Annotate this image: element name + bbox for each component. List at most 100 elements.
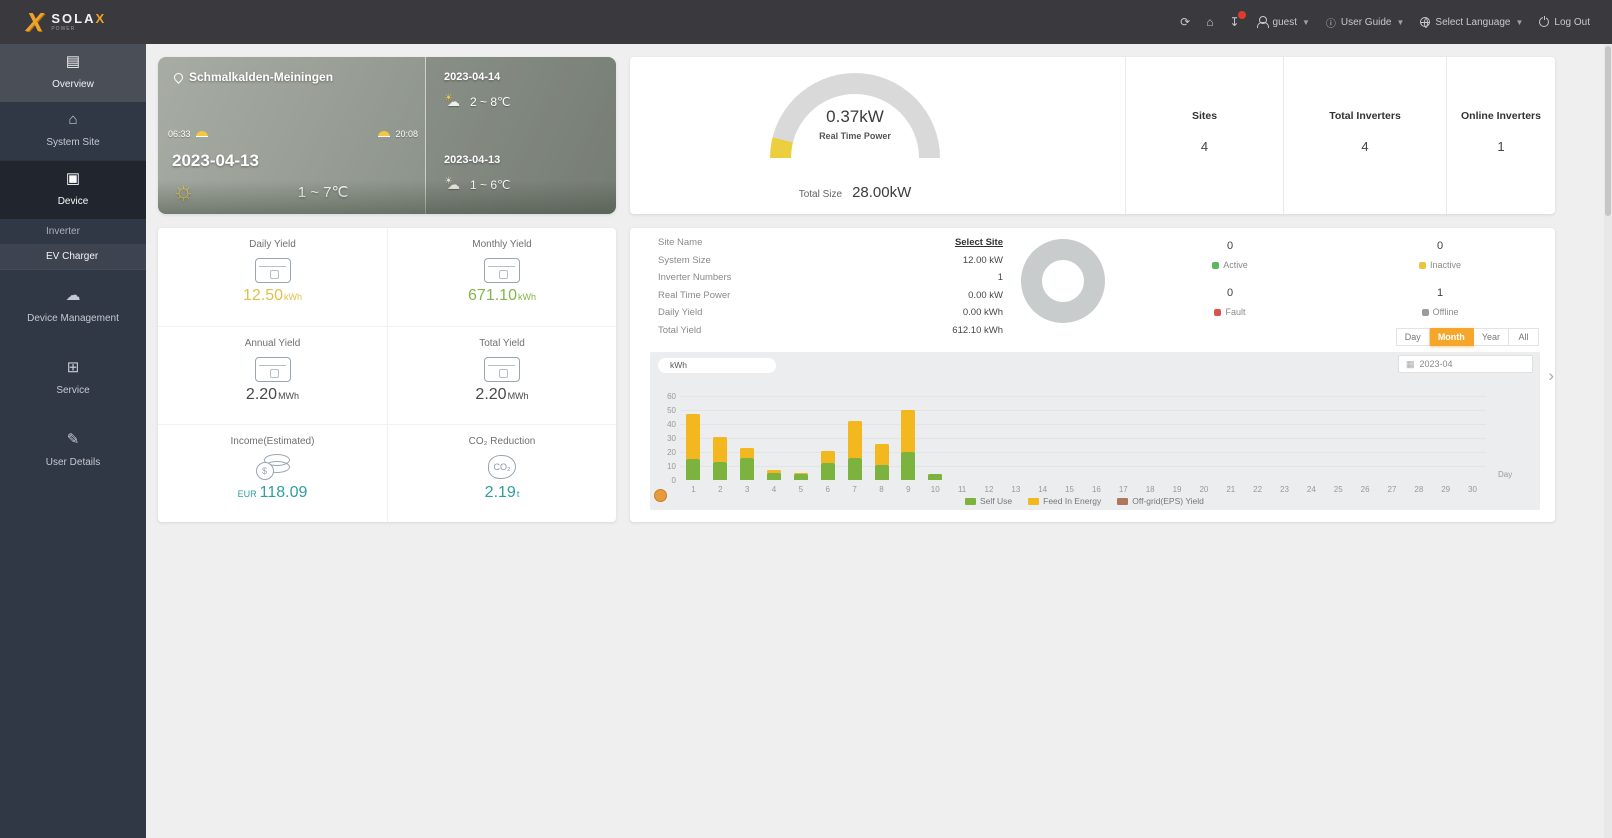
- tab-day[interactable]: Day: [1395, 328, 1430, 346]
- x-axis-tick: 14: [1038, 485, 1048, 494]
- x-axis-tick: 18: [1145, 485, 1155, 494]
- sidebar-item-device[interactable]: ▣ Device: [0, 160, 146, 219]
- next-site-chevron[interactable]: ›: [1548, 366, 1554, 386]
- logout-button[interactable]: Log Out: [1539, 15, 1590, 28]
- x-axis-tick: 23: [1280, 485, 1289, 494]
- bar-self-use: [740, 457, 755, 480]
- stat-value: 4: [1200, 139, 1209, 154]
- power-icon: [1539, 15, 1550, 27]
- brand-x-icon: X: [26, 6, 44, 37]
- brand-logo[interactable]: X SOLAX POWER: [26, 7, 106, 38]
- forecast-temp: 2 ~ 8℃: [470, 95, 511, 109]
- coins-icon: $: [158, 451, 387, 483]
- site-info-row: System Size 12.00 kW: [658, 255, 1003, 272]
- x-axis-tick: 8: [879, 485, 884, 494]
- brand-name: SOLAX: [51, 11, 107, 26]
- home-icon[interactable]: ⌂: [1206, 15, 1213, 29]
- x-axis-tick: 5: [798, 485, 804, 494]
- user-details-icon: ✎: [66, 431, 80, 448]
- yield-value: EUR 118.09: [237, 484, 308, 501]
- x-axis-tick: 27: [1387, 485, 1397, 494]
- weather-sun-icon: ☼: [172, 177, 195, 205]
- tab-all[interactable]: All: [1509, 328, 1539, 346]
- legend-self-use[interactable]: Self Use: [965, 496, 1012, 506]
- date-value: 2023-04: [1419, 359, 1453, 369]
- yield-label: Total Yield: [479, 338, 525, 349]
- calendar-icon: ▦: [1406, 359, 1415, 369]
- bar-feed-in-energy: [767, 470, 782, 473]
- sidebar-item-label: Overview: [52, 79, 94, 90]
- sidebar-item-user-details[interactable]: ✎ User Details: [0, 422, 146, 480]
- sidebar-item-service[interactable]: ⊞ Service: [0, 350, 146, 408]
- partly-cloudy-icon: ☀ ☁: [444, 93, 460, 109]
- x-axis-tick: 20: [1199, 485, 1209, 494]
- date-picker[interactable]: ▦ 2023-04: [1398, 355, 1533, 373]
- weather-divider: [425, 57, 426, 214]
- y-axis-tick: 20: [667, 448, 676, 457]
- bar-feed-in-energy: [901, 410, 916, 452]
- site-info-value: 1: [997, 272, 1003, 283]
- legend-off-grid-eps-yield[interactable]: Off-grid(EPS) Yield: [1117, 496, 1204, 506]
- sidebar-item-label: Service: [56, 385, 90, 396]
- status-inactive: 0 Inactive: [1380, 240, 1500, 270]
- meter-icon: [158, 254, 387, 286]
- x-axis-tick: 4: [771, 485, 777, 494]
- yield-chart-panel: kWh ▦ 2023-04 Self Use Feed In Energy Off-g…: [650, 352, 1540, 510]
- sidebar-item-label: Device Management: [27, 313, 119, 324]
- device-management-icon: ☁: [65, 287, 81, 304]
- yield-label: Annual Yield: [244, 338, 301, 349]
- bar-self-use: [874, 464, 889, 480]
- yield-label: Income(Estimated): [230, 436, 315, 447]
- scrollbar-thumb[interactable]: [1605, 46, 1611, 216]
- download-icon[interactable]: ↧: [1229, 11, 1246, 29]
- cloudy-icon: ☀ ☁: [444, 176, 460, 192]
- user-menu[interactable]: guest ▼: [1256, 16, 1310, 28]
- bar-self-use: [686, 459, 701, 480]
- site-info-label: Total Yield: [658, 324, 702, 336]
- total-size: Total Size 28.00kW: [798, 184, 912, 201]
- sidebar-nav: ▤ Overview ⌂ System Site ▣ Device Inverter EV C…: [0, 44, 146, 838]
- sidebar-subitem-ev-charger[interactable]: EV Charger: [0, 244, 146, 269]
- yield-tile-income-estimated-: Income(Estimated) $ EUR 118.09: [158, 424, 387, 522]
- overview-icon: ▤: [65, 53, 81, 70]
- stat-label: Online Inverters: [1461, 110, 1541, 122]
- tab-month[interactable]: Month: [1429, 328, 1474, 346]
- refresh-icon[interactable]: ⟳: [1180, 15, 1190, 29]
- bar-feed-in-energy: [740, 447, 755, 458]
- sidebar-item-system-site[interactable]: ⌂ System Site: [0, 102, 146, 160]
- device-icon: ▣: [65, 170, 81, 187]
- sidebar-subitem-inverter[interactable]: Inverter: [0, 219, 146, 244]
- select-site-link[interactable]: Select Site: [955, 237, 1003, 248]
- yield-summary-card: Daily Yield 12.50kWh Monthly Yield 671.10kW…: [158, 228, 616, 522]
- site-info-label: Daily Yield: [658, 307, 703, 318]
- x-axis-tick: 21: [1226, 485, 1236, 494]
- service-icon: ⊞: [66, 359, 80, 376]
- status-count: 1: [1436, 287, 1444, 299]
- yield-tile-total-yield: Total Yield 2.20MWh: [387, 326, 616, 424]
- y-axis-tick: 30: [667, 434, 676, 443]
- site-info-row: Daily Yield 0.00 kWh: [658, 307, 1003, 324]
- status-label: Active: [1170, 260, 1290, 270]
- sidebar-item-device-management[interactable]: ☁ Device Management: [0, 278, 146, 336]
- user-guide-menu[interactable]: ⓘ User Guide ▼: [1326, 15, 1405, 30]
- gridline: [680, 410, 1486, 411]
- chevron-down-icon: ▼: [1396, 17, 1405, 27]
- stat-value: 1: [1497, 139, 1505, 154]
- x-axis-tick: 9: [906, 485, 911, 494]
- vertical-scrollbar: [1604, 44, 1612, 838]
- realtime-power-label: Real Time Power: [819, 131, 891, 141]
- realtime-power-value: 0.37kW: [826, 107, 884, 126]
- tab-year[interactable]: Year: [1473, 328, 1509, 346]
- legend-feed-in-energy[interactable]: Feed In Energy: [1028, 496, 1101, 506]
- x-axis-tick: 12: [984, 485, 994, 494]
- sidebar-item-label: User Details: [45, 457, 101, 468]
- forecast-day-1: 2023-04-14 ☀ ☁ 2 ~ 8℃: [444, 71, 511, 109]
- x-axis-tick: 22: [1253, 485, 1263, 494]
- y-axis-tick: 40: [667, 420, 676, 429]
- bar-feed-in-energy: [847, 421, 862, 458]
- yield-label: Daily Yield: [249, 239, 296, 250]
- notification-badge: [1237, 11, 1246, 19]
- helper-float-button[interactable]: [654, 489, 667, 502]
- language-menu[interactable]: Select Language ▼: [1420, 17, 1523, 28]
- sidebar-item-overview[interactable]: ▤ Overview: [0, 44, 146, 102]
